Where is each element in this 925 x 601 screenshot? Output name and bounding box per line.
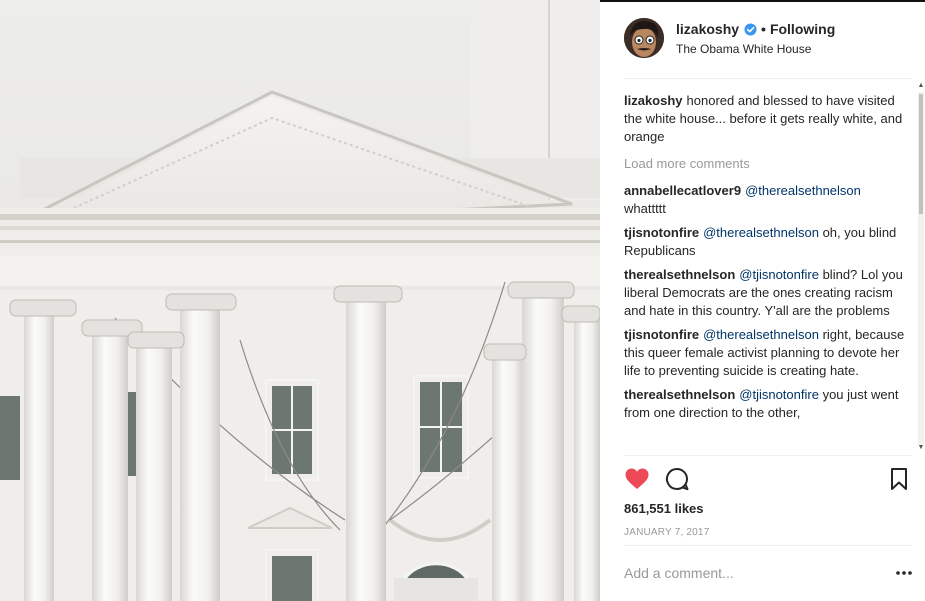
comments-scrollbar[interactable]: ▲ ▼ [917,82,925,454]
add-comment-input[interactable] [624,562,884,584]
comment-bubble-icon[interactable] [664,466,690,492]
separator-dot: • [761,21,766,37]
comment-username[interactable]: annabellecatlover9 [624,183,741,198]
comment-mention[interactable]: @therealsethnelson [703,225,819,240]
comment-text: whattttt [624,201,666,216]
scroll-down-arrow-icon[interactable]: ▼ [917,444,925,452]
comment-mention[interactable]: @tjisnotonfire [739,267,819,282]
comment-username[interactable]: therealsethnelson [624,267,735,282]
caption: lizakoshy honored and blessed to have vis… [624,92,911,146]
divider [624,545,911,546]
avatar-image [624,18,664,58]
caption-username[interactable]: lizakoshy [624,93,683,108]
post-sidebar: lizakoshy • Following The Obama White Ho… [600,0,925,601]
username-link[interactable]: lizakoshy [676,21,739,37]
post-date[interactable]: JANUARY 7, 2017 [624,527,709,538]
action-bar [624,466,914,494]
comments-list: lizakoshy honored and blessed to have vis… [624,92,911,454]
scroll-up-arrow-icon[interactable]: ▲ [917,82,925,90]
following-button[interactable]: Following [770,21,835,37]
post-photo[interactable] [0,0,600,601]
comment-item: therealsethnelson @tjisnotonfire you just… [624,386,911,422]
divider [624,455,911,456]
comment-item: annabellecatlover9 @therealsethnelson what… [624,182,911,218]
load-more-comments-button[interactable]: Load more comments [624,155,911,173]
comment-item: tjisnotonfire @therealsethnelson oh, you … [624,224,911,260]
divider [624,78,911,79]
verified-badge-icon [744,22,757,36]
comment-mention[interactable]: @therealsethnelson [745,183,861,198]
bookmark-icon[interactable] [886,466,912,492]
likes-count[interactable]: 861,551 likes [624,501,704,516]
post-header: lizakoshy • Following The Obama White Ho… [624,17,914,61]
heart-icon[interactable] [624,466,650,492]
comment-item: therealsethnelson @tjisnotonfire blind? L… [624,266,911,320]
comment-item: tjisnotonfire @therealsethnelson right, b… [624,326,911,380]
comment-username[interactable]: tjisnotonfire [624,327,699,342]
avatar[interactable] [624,18,664,58]
comment-mention[interactable]: @therealsethnelson [703,327,819,342]
more-options-icon[interactable] [894,566,914,580]
scrollbar-thumb[interactable] [919,94,923,214]
top-border [600,0,925,2]
white-house-illustration [0,0,600,601]
comment-mention[interactable]: @tjisnotonfire [739,387,819,402]
location-link[interactable]: The Obama White House [676,42,811,56]
comment-username[interactable]: therealsethnelson [624,387,735,402]
comment-username[interactable]: tjisnotonfire [624,225,699,240]
